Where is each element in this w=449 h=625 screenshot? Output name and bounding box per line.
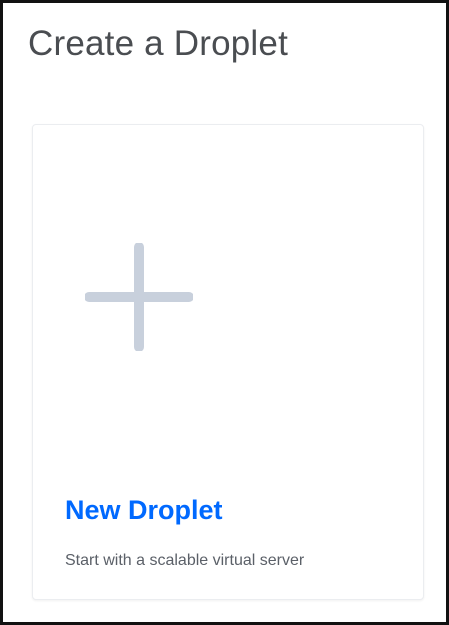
new-droplet-description: Start with a scalable virtual server	[65, 552, 305, 569]
page-title: Create a Droplet	[28, 24, 288, 63]
new-droplet-link[interactable]: New Droplet	[65, 493, 223, 527]
new-droplet-card[interactable]: New Droplet Start with a scalable virtua…	[32, 124, 424, 600]
window-frame: Create a Droplet New Droplet Start with …	[0, 0, 449, 625]
plus-icon	[85, 243, 193, 351]
